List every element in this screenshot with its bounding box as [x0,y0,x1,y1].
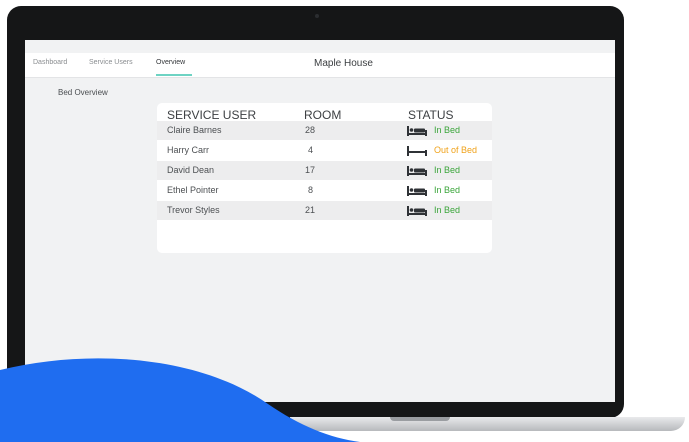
room-number: 4 [308,145,314,155]
camera-dot [315,14,319,18]
active-tab-indicator [156,74,192,76]
status-label: Out of Bed [434,145,478,155]
status-label: In Bed [434,185,461,195]
top-navigation: Dashboard Service Users Overview Maple H… [25,53,615,78]
status-label: In Bed [434,165,461,175]
service-user-name: Trevor Styles [167,205,220,215]
decorative-blue-shape [0,358,360,442]
table-row[interactable]: Harry Carr 4 Out of Bed [157,141,492,160]
app-screen: Dashboard Service Users Overview Maple H… [25,40,615,402]
in-bed-icon [407,206,427,216]
table-row[interactable]: Ethel Pointer 8 In Bed [157,181,492,200]
table-row[interactable]: Trevor Styles 21 In Bed [157,201,492,220]
service-user-name: Ethel Pointer [167,185,219,195]
section-title: Bed Overview [58,88,108,97]
bed-overview-table: SERVICE USER ROOM STATUS Claire Barnes 2… [157,103,492,253]
in-bed-icon [407,186,427,196]
column-header-room: ROOM [304,108,342,122]
page-title: Maple House [314,58,373,69]
column-header-service-user: SERVICE USER [167,108,257,122]
in-bed-icon [407,166,427,176]
tab-overview[interactable]: Overview [156,59,185,66]
in-bed-icon [407,126,427,136]
out-of-bed-icon [407,146,427,156]
room-number: 28 [305,125,316,135]
room-number: 21 [305,205,316,215]
service-user-name: Claire Barnes [167,125,222,135]
room-number: 17 [305,165,316,175]
room-number: 8 [308,185,314,195]
service-user-name: Harry Carr [167,145,209,155]
tab-service-users[interactable]: Service Users [89,59,133,66]
tab-dashboard[interactable]: Dashboard [33,59,67,66]
table-row[interactable]: David Dean 17 In Bed [157,161,492,180]
column-header-status: STATUS [408,108,454,122]
table-row[interactable]: Claire Barnes 28 In Bed [157,121,492,140]
service-user-name: David Dean [167,165,215,175]
status-label: In Bed [434,205,461,215]
status-label: In Bed [434,125,461,135]
